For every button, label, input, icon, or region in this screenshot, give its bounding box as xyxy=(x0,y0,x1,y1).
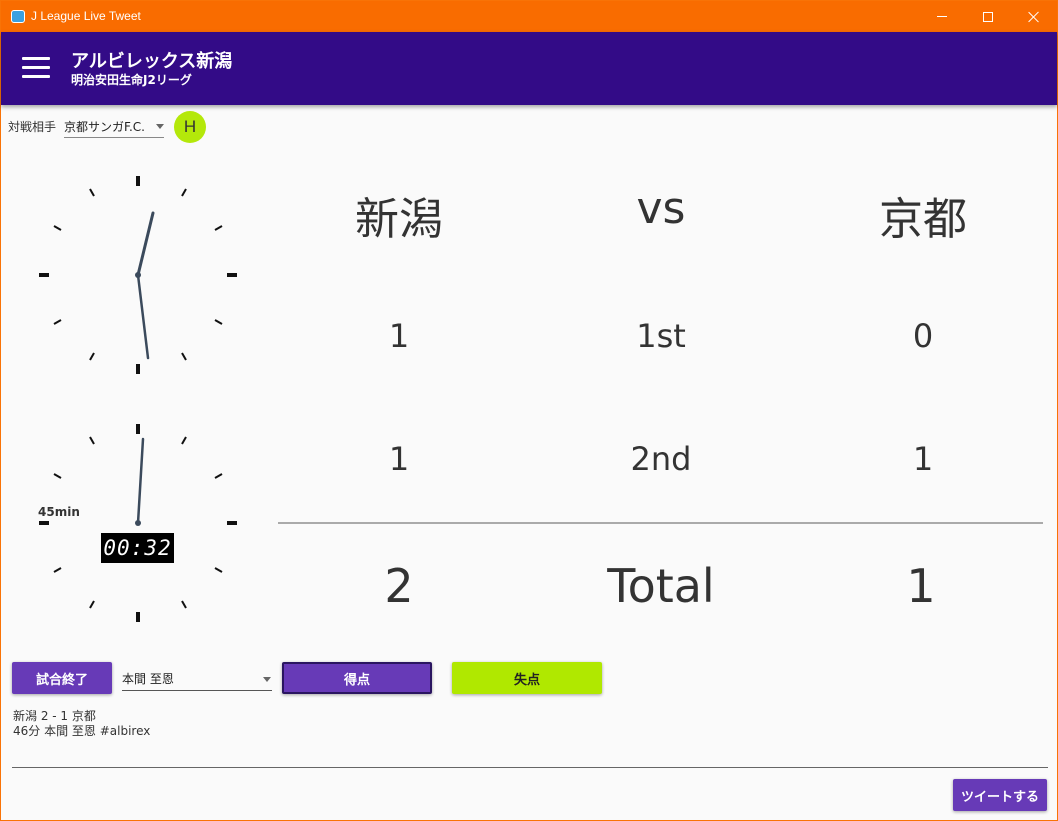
opponent-value: 京都サンガF.C. xyxy=(64,120,145,134)
menu-icon[interactable] xyxy=(22,57,50,79)
second-half-label: 2nd xyxy=(630,440,692,478)
first-half-label: 1st xyxy=(636,317,686,355)
opponent-select[interactable]: 京都サンガF.C. xyxy=(64,115,164,138)
goal-button[interactable]: 得点 xyxy=(282,662,432,694)
match-minute-hand xyxy=(136,437,145,525)
hour-hand xyxy=(136,211,155,277)
player-value: 本間 至恩 xyxy=(122,672,174,686)
close-icon xyxy=(1028,11,1040,23)
team-title: アルビレックス新潟 xyxy=(71,51,233,72)
tweet-textarea[interactable]: 新潟 2 - 1 京都 46分 本間 至恩 #albirex xyxy=(13,709,150,739)
match-clock xyxy=(39,424,237,622)
tweet-line-1: 新潟 2 - 1 京都 xyxy=(13,709,96,723)
maximize-icon xyxy=(983,11,993,22)
home-team-name: 新潟 xyxy=(355,194,443,245)
first-half-away-score: 0 xyxy=(912,317,934,355)
chevron-down-icon xyxy=(156,124,164,129)
window-title: J League Live Tweet xyxy=(31,9,141,23)
player-select[interactable]: 本間 至恩 xyxy=(122,666,272,691)
away-team-name: 京都 xyxy=(879,194,967,245)
home-away-toggle[interactable]: H xyxy=(174,111,206,143)
league-subtitle: 明治安田生命J2リーグ xyxy=(71,73,192,87)
minimize-icon xyxy=(937,16,947,17)
total-label: Total xyxy=(607,559,715,613)
app-bar: アルビレックス新潟 明治安田生命J2リーグ xyxy=(1,32,1057,105)
opponent-label: 対戦相手 xyxy=(8,120,57,134)
total-away-score: 1 xyxy=(906,559,936,613)
period-length-label: 45min xyxy=(38,505,80,519)
total-home-score: 2 xyxy=(384,559,414,613)
maximize-button[interactable] xyxy=(965,1,1011,32)
tweet-line-2: 46分 本間 至恩 #albirex xyxy=(13,724,151,738)
first-half-home-score: 1 xyxy=(388,317,410,355)
title-bar[interactable]: J League Live Tweet xyxy=(1,1,1057,32)
minimize-button[interactable] xyxy=(919,1,965,32)
scoreboard-divider xyxy=(278,522,1043,524)
end-match-button[interactable]: 試合終了 xyxy=(12,662,112,694)
minute-hand xyxy=(136,273,150,360)
analog-clock xyxy=(39,176,237,374)
close-button[interactable] xyxy=(1011,1,1057,32)
tweet-button[interactable]: ツイートする xyxy=(953,779,1047,811)
chevron-down-icon xyxy=(263,677,271,682)
app-window: J League Live Tweet アルビレックス新潟 明治安田生命J2リー… xyxy=(0,0,1058,821)
app-icon xyxy=(11,10,25,23)
digital-timer: 00:32 xyxy=(101,533,174,563)
second-half-home-score: 1 xyxy=(388,440,410,478)
vs-label: vs xyxy=(636,183,686,234)
concede-button[interactable]: 失点 xyxy=(452,662,602,694)
tweet-input-underline xyxy=(12,767,1048,768)
second-half-away-score: 1 xyxy=(912,440,934,478)
